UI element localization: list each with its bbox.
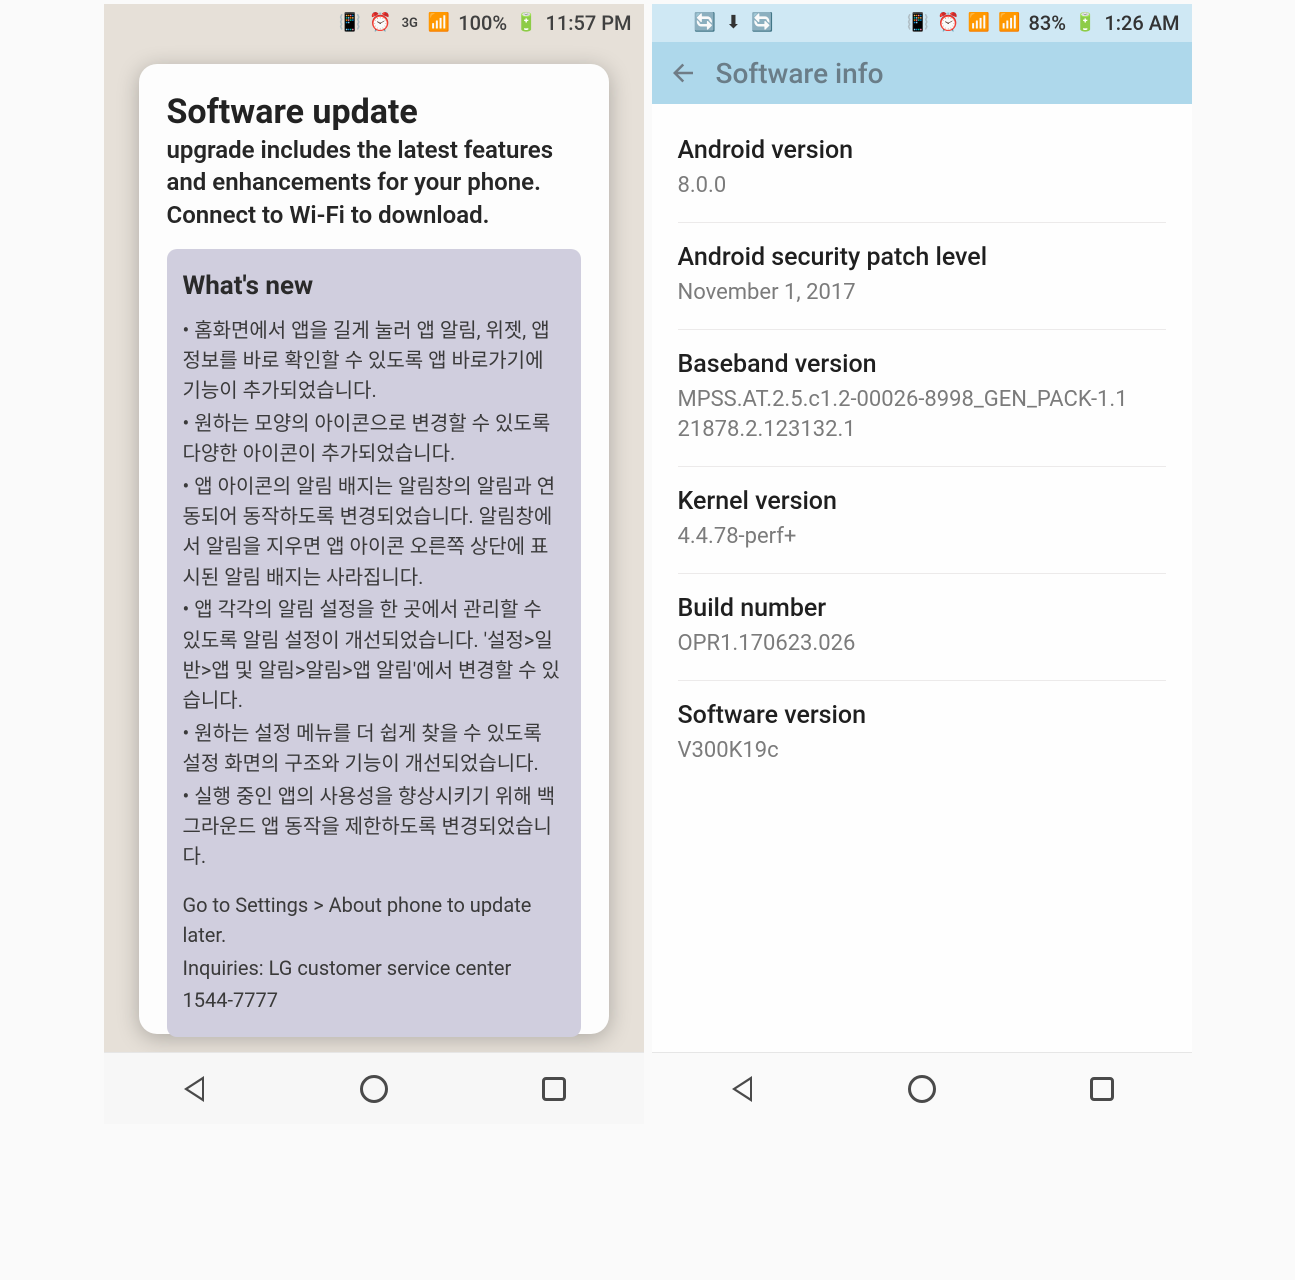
square-recent-icon	[1090, 1077, 1114, 1101]
home-button[interactable]	[905, 1072, 939, 1106]
app-bar: Software info	[652, 42, 1192, 104]
back-button[interactable]	[725, 1072, 759, 1106]
app-title: Software info	[716, 57, 884, 90]
circle-home-icon	[360, 1075, 388, 1103]
whats-new-item: • 앱 아이콘의 알림 배지는 알림창의 알림과 연동되어 동작하도록 변경되었…	[183, 471, 565, 593]
software-update-dialog: Software update There is a new OS availa…	[139, 64, 609, 1034]
setting-label: Build number	[678, 594, 1166, 623]
setting-label: Android version	[678, 136, 1166, 165]
setting-label: Kernel version	[678, 487, 1166, 516]
back-button[interactable]	[668, 58, 698, 88]
setting-android-version[interactable]: Android version 8.0.0	[678, 116, 1166, 223]
settings-list[interactable]: Android version 8.0.0 Android security p…	[652, 104, 1192, 787]
battery-icon: 🔋	[515, 14, 537, 32]
setting-baseband[interactable]: Baseband version MPSS.AT.2.5.c1.2-00026-…	[678, 330, 1166, 468]
right-phone: 🔄 ⬇ 🔄 📳 ⏰ 📶 📶 83% 🔋 1:26 AM Software inf…	[652, 4, 1192, 1124]
triangle-back-icon	[184, 1076, 204, 1102]
network-label: 3G	[402, 16, 418, 31]
arrow-left-icon	[668, 58, 698, 88]
battery-percent: 83%	[1029, 11, 1066, 35]
back-button[interactable]	[177, 1072, 211, 1106]
left-phone: 📳 ⏰ 3G 📶 100% 🔋 11:57 PM Software update…	[104, 4, 644, 1124]
triangle-back-icon	[732, 1076, 752, 1102]
clock: 11:57 PM	[546, 11, 632, 35]
whats-new-item: • 원하는 설정 메뉴를 더 쉽게 찾을 수 있도록 설정 화면의 구조와 기능…	[183, 718, 565, 779]
whats-new-item: • 홈화면에서 앱을 길게 눌러 앱 알림, 위젯, 앱 정보를 바로 확인할 …	[183, 315, 565, 406]
setting-value: 4.4.78-perf+	[678, 522, 1166, 553]
setting-software-version[interactable]: Software version V300K19c	[678, 681, 1166, 787]
alarm-icon: ⏰	[937, 14, 959, 32]
whats-new-footer: Inquiries: LG customer service center	[183, 953, 565, 983]
setting-kernel[interactable]: Kernel version 4.4.78-perf+	[678, 467, 1166, 574]
recent-button[interactable]	[537, 1072, 571, 1106]
whats-new-footer: Go to Settings > About phone to update l…	[183, 890, 565, 951]
download-icon: ⬇	[726, 14, 741, 32]
battery-percent: 100%	[458, 11, 507, 35]
clock: 1:26 AM	[1104, 11, 1179, 35]
signal-icon: 📶	[998, 14, 1020, 32]
sync-icon: 🔄	[751, 14, 773, 32]
setting-value: 8.0.0	[678, 171, 1166, 202]
navigation-bar	[104, 1052, 644, 1124]
whats-new-panel[interactable]: What's new • 홈화면에서 앱을 길게 눌러 앱 알림, 위젯, 앱 …	[167, 249, 581, 1037]
setting-build[interactable]: Build number OPR1.170623.026	[678, 574, 1166, 681]
dialog-title: Software update	[167, 92, 581, 132]
sync-icon: 🔄	[694, 14, 716, 32]
square-recent-icon	[542, 1077, 566, 1101]
setting-value: V300K19c	[678, 736, 1166, 767]
vibrate-icon: 📳	[339, 14, 361, 32]
setting-value: November 1, 2017	[678, 278, 1166, 309]
home-button[interactable]	[357, 1072, 391, 1106]
status-bar: 📳 ⏰ 3G 📶 100% 🔋 11:57 PM	[104, 4, 644, 42]
whats-new-footer: 1544-7777	[183, 985, 565, 1015]
whats-new-item: • 앱 각각의 알림 설정을 한 곳에서 관리할 수 있도록 알림 설정이 개선…	[183, 594, 565, 716]
battery-icon: 🔋	[1074, 14, 1096, 32]
circle-home-icon	[908, 1075, 936, 1103]
whats-new-title: What's new	[183, 267, 565, 307]
status-bar: 🔄 ⬇ 🔄 📳 ⏰ 📶 📶 83% 🔋 1:26 AM	[652, 4, 1192, 42]
whats-new-item: • 원하는 모양의 아이콘으로 변경할 수 있도록 다양한 아이콘이 추가되었습…	[183, 408, 565, 469]
intro-text: upgrade includes the latest features and…	[167, 134, 581, 231]
vibrate-icon: 📳	[907, 14, 929, 32]
setting-label: Software version	[678, 701, 1166, 730]
setting-security-patch[interactable]: Android security patch level November 1,…	[678, 223, 1166, 330]
navigation-bar	[652, 1052, 1192, 1124]
whats-new-item: • 실행 중인 앱의 사용성을 향상시키기 위해 백그라운드 앱 동작을 제한하…	[183, 781, 565, 872]
setting-label: Android security patch level	[678, 243, 1166, 272]
wifi-icon: 📶	[968, 14, 990, 32]
signal-icon: 📶	[428, 14, 450, 32]
recent-button[interactable]	[1085, 1072, 1119, 1106]
setting-label: Baseband version	[678, 350, 1166, 379]
setting-value: MPSS.AT.2.5.c1.2-00026-8998_GEN_PACK-1.1…	[678, 385, 1166, 447]
setting-value: OPR1.170623.026	[678, 629, 1166, 660]
alarm-icon: ⏰	[369, 14, 391, 32]
